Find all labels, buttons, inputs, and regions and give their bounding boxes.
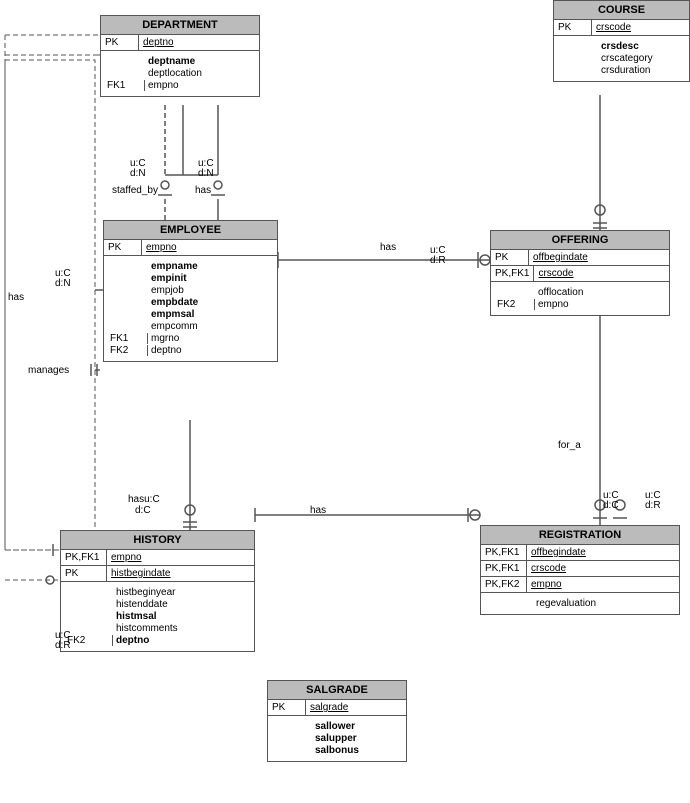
entity-registration-header: REGISTRATION (481, 526, 679, 545)
entity-history-header: HISTORY (61, 531, 254, 550)
entity-salgrade: SALGRADE PK salgrade sallower salupper s… (267, 680, 407, 762)
entity-employee-pk: PK empno (104, 240, 277, 256)
offering-pk2-field: crscode (534, 266, 669, 281)
course-attr-crsduration: crsduration (560, 65, 683, 76)
entity-history-pk2: PK histbegindate (61, 566, 254, 582)
label-manages: manages (28, 365, 69, 376)
hist-pk1-field: empno (107, 550, 254, 565)
emp-pk-field: empno (142, 240, 277, 255)
sal-attr-salbonus: salbonus (274, 745, 400, 756)
sal-attr-sallower: sallower (274, 721, 400, 732)
label-dr-emp-offering: d:R (430, 255, 446, 266)
entity-registration-pk2: PK,FK1 crscode (481, 561, 679, 577)
emp-attr-empmsal: empmsal (110, 309, 271, 320)
reg-attr-regevaluation: regevaluation (487, 598, 673, 609)
course-attr-crscategory: crscategory (560, 53, 683, 64)
hist-attr-histenddate: histenddate (67, 599, 248, 610)
label-has-dept: has (195, 185, 211, 196)
entity-course-attrs: crsdesc crscategory crsduration (554, 36, 689, 81)
reg-pk2-label: PK,FK1 (481, 561, 527, 576)
emp-attr-deptno: FK2 deptno (110, 345, 271, 356)
label-has-left: has (8, 292, 24, 303)
course-pk-field: crscode (592, 20, 689, 35)
reg-pk1-field: offbegindate (527, 545, 679, 560)
entity-salgrade-pk: PK salgrade (268, 700, 406, 716)
hist-attr-histmsal: histmsal (67, 611, 248, 622)
label-hasu-c: hasu:C (128, 494, 160, 505)
emp-attr-empname: empname (110, 261, 271, 272)
entity-history-pk1: PK,FK1 empno (61, 550, 254, 566)
entity-employee-attrs: empname empinit empjob empbdate empmsal … (104, 256, 277, 361)
label-for-a: for_a (558, 440, 581, 451)
label-dn-dept-staffed: d:N (130, 168, 146, 179)
label-has-history: has (310, 505, 326, 516)
entity-registration-pk1: PK,FK1 offbegindate (481, 545, 679, 561)
sal-attr-salupper: salupper (274, 733, 400, 744)
label-dr-hist-left: d:R (55, 640, 71, 651)
emp-pk-label: PK (104, 240, 142, 255)
entity-employee: EMPLOYEE PK empno empname empinit empjob… (103, 220, 278, 362)
dept-attr-deptlocation: deptlocation (107, 68, 253, 79)
entity-offering-header: OFFERING (491, 231, 669, 250)
entity-course-header: COURSE (554, 1, 689, 20)
label-has-emp-offering: has (380, 242, 396, 253)
entity-registration: REGISTRATION PK,FK1 offbegindate PK,FK1 … (480, 525, 680, 615)
emp-attr-mgrno: FK1 mgrno (110, 333, 271, 344)
emp-attr-empcomm: empcomm (110, 321, 271, 332)
hist-attr-histcomments: histcomments (67, 623, 248, 634)
dept-attr-empno: FK1 empno (107, 80, 253, 91)
hist-pk1-label: PK,FK1 (61, 550, 107, 565)
entity-offering-pk1: PK offbegindate (491, 250, 669, 266)
offering-attr-empno: FK2 empno (497, 299, 663, 310)
entity-department-pk: PK deptno (101, 35, 259, 51)
label-staffed-by: staffed_by (112, 185, 158, 196)
sal-pk-field: salgrade (306, 700, 406, 715)
label-dn-dept-has: d:N (198, 168, 214, 179)
course-pk-label: PK (554, 20, 592, 35)
entity-employee-header: EMPLOYEE (104, 221, 277, 240)
er-diagram: COURSE PK crscode crsdesc crscategory cr… (0, 0, 690, 803)
label-dc-offering-reg: d:C (603, 500, 619, 511)
entity-offering-attrs: offlocation FK2 empno (491, 282, 669, 315)
entity-history-attrs: histbeginyear histenddate histmsal histc… (61, 582, 254, 651)
reg-pk1-label: PK,FK1 (481, 545, 527, 560)
emp-attr-empjob: empjob (110, 285, 271, 296)
emp-attr-empbdate: empbdate (110, 297, 271, 308)
entity-offering-pk2: PK,FK1 crscode (491, 266, 669, 282)
offering-pk1-field: offbegindate (529, 250, 669, 265)
entity-course-pk: PK crscode (554, 20, 689, 36)
reg-pk3-field: empno (527, 577, 679, 592)
sal-pk-label: PK (268, 700, 306, 715)
emp-attr-empinit: empinit (110, 273, 271, 284)
course-attr-crsdesc: crsdesc (560, 41, 683, 52)
entity-course: COURSE PK crscode crsdesc crscategory cr… (553, 0, 690, 82)
dept-attr-deptname: deptname (107, 56, 253, 67)
offering-attr-offlocation: offlocation (497, 287, 663, 298)
dept-pk-label: PK (101, 35, 139, 50)
reg-pk2-field: crscode (527, 561, 679, 576)
offering-pk1-label: PK (491, 250, 529, 265)
entity-history: HISTORY PK,FK1 empno PK histbegindate hi… (60, 530, 255, 652)
entity-department-attrs: deptname deptlocation FK1 empno (101, 51, 259, 96)
entity-department: DEPARTMENT PK deptno deptname deptlocati… (100, 15, 260, 97)
hist-pk2-field: histbegindate (107, 566, 254, 581)
entity-department-header: DEPARTMENT (101, 16, 259, 35)
entity-salgrade-attrs: sallower salupper salbonus (268, 716, 406, 761)
dept-pk-field: deptno (139, 35, 259, 50)
entity-offering: OFFERING PK offbegindate PK,FK1 crscode … (490, 230, 670, 316)
label-dn-emp-left: d:N (55, 278, 71, 289)
hist-attr-histbeginyear: histbeginyear (67, 587, 248, 598)
entity-salgrade-header: SALGRADE (268, 681, 406, 700)
label-dc: d:C (135, 505, 151, 516)
entity-registration-pk3: PK,FK2 empno (481, 577, 679, 593)
offering-pk2-label: PK,FK1 (491, 266, 534, 281)
label-dr-reg-right: d:R (645, 500, 661, 511)
reg-pk3-label: PK,FK2 (481, 577, 527, 592)
hist-pk2-label: PK (61, 566, 107, 581)
entity-registration-attrs: regevaluation (481, 593, 679, 614)
hist-attr-deptno: FK2 deptno (67, 635, 248, 646)
